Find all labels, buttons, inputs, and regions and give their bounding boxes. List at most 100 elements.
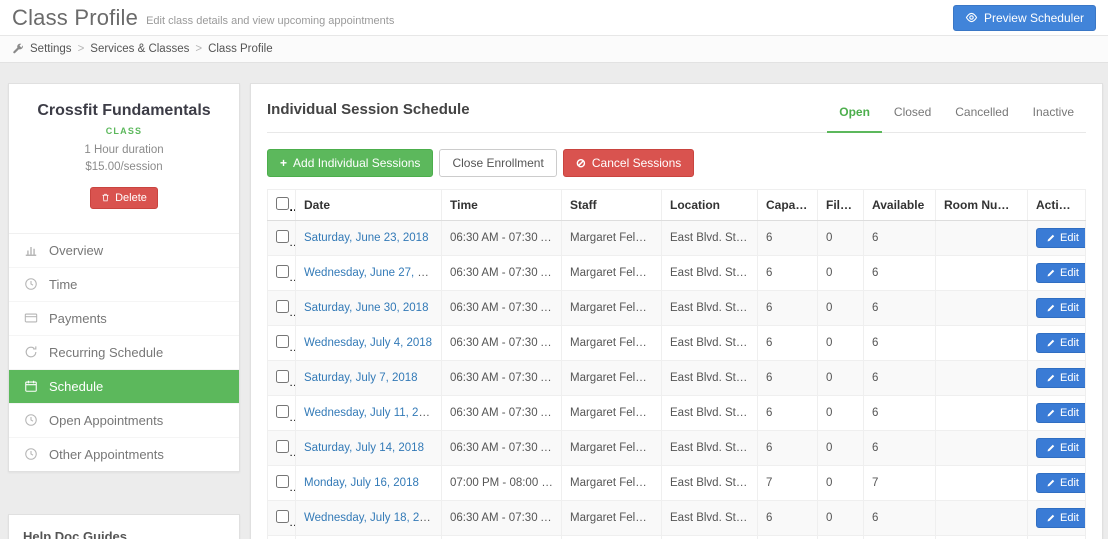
page-title: Class Profile xyxy=(12,4,139,30)
table-row: Monday, July 16, 2018 07:00 PM - 08:00 P… xyxy=(267,465,1086,501)
session-staff: Margaret Feldman xyxy=(561,430,662,466)
session-room-number xyxy=(935,325,1028,361)
wrench-icon xyxy=(12,43,24,55)
session-available: 6 xyxy=(863,290,936,326)
session-time: 06:30 AM - 07:30 AM xyxy=(441,500,562,536)
col-filled: Filled xyxy=(817,189,864,221)
session-staff: Margaret Feldman xyxy=(561,290,662,326)
col-actions: Actions xyxy=(1027,189,1086,221)
session-room-number xyxy=(935,360,1028,396)
edit-button[interactable]: Edit xyxy=(1036,263,1085,283)
sidebar-item-open-appointments[interactable]: Open Appointments xyxy=(9,404,239,438)
class-name: Crossfit Fundamentals xyxy=(37,102,211,119)
breadcrumb: Settings > Services & Classes > Class Pr… xyxy=(0,36,1108,63)
session-location: East Blvd. Studio xyxy=(661,360,758,396)
session-date-link[interactable]: Wednesday, July 11, 2018 xyxy=(304,407,438,419)
breadcrumb-class-profile: Class Profile xyxy=(208,43,273,55)
row-checkbox[interactable] xyxy=(276,370,289,383)
sidebar-item-schedule[interactable]: Schedule xyxy=(9,369,239,404)
panel-title: Individual Session Schedule xyxy=(267,101,470,118)
edit-button[interactable]: Edit xyxy=(1036,298,1085,318)
row-checkbox[interactable] xyxy=(276,335,289,348)
calendar-icon xyxy=(23,379,39,393)
select-all-checkbox[interactable] xyxy=(276,197,289,210)
eye-icon xyxy=(965,12,978,23)
session-time: 06:30 AM - 07:30 AM xyxy=(441,360,562,396)
preview-scheduler-button[interactable]: Preview Scheduler xyxy=(952,4,1096,31)
row-checkbox[interactable] xyxy=(276,510,289,523)
row-checkbox[interactable] xyxy=(276,300,289,313)
session-date-link[interactable]: Wednesday, June 27, 2018 xyxy=(304,267,441,279)
session-date-link[interactable]: Saturday, June 23, 2018 xyxy=(304,232,428,244)
tab-cancelled[interactable]: Cancelled xyxy=(943,99,1020,132)
session-date-link[interactable]: Wednesday, July 4, 2018 xyxy=(304,337,432,349)
breadcrumb-settings[interactable]: Settings xyxy=(30,43,72,55)
session-date-link[interactable]: Monday, July 16, 2018 xyxy=(304,477,419,489)
session-available: 6 xyxy=(863,395,936,431)
tab-open[interactable]: Open xyxy=(827,99,882,133)
clock-icon xyxy=(23,447,39,461)
row-checkbox[interactable] xyxy=(276,230,289,243)
breadcrumb-services-classes[interactable]: Services & Classes xyxy=(90,43,189,55)
close-enrollment-button[interactable]: Close Enrollment xyxy=(439,149,557,177)
table-row: Saturday, July 14, 2018 06:30 AM - 07:30… xyxy=(267,430,1086,466)
table-row: Wednesday, July 18, 2018 06:30 AM - 07:3… xyxy=(267,500,1086,536)
pencil-icon xyxy=(1046,479,1055,488)
row-checkbox[interactable] xyxy=(276,405,289,418)
session-available: 6 xyxy=(863,220,936,256)
edit-button[interactable]: Edit xyxy=(1036,228,1085,248)
session-capacity: 6 xyxy=(757,535,818,539)
edit-button[interactable]: Edit xyxy=(1036,473,1085,493)
edit-button[interactable]: Edit xyxy=(1036,368,1085,388)
edit-button[interactable]: Edit xyxy=(1036,403,1085,423)
session-filled: 0 xyxy=(817,220,864,256)
edit-button[interactable]: Edit xyxy=(1036,333,1085,353)
table-row: Saturday, June 30, 2018 06:30 AM - 07:30… xyxy=(267,290,1086,326)
breadcrumb-separator: > xyxy=(195,43,203,55)
table-row: Saturday, July 7, 2018 06:30 AM - 07:30 … xyxy=(267,360,1086,396)
add-individual-sessions-button[interactable]: + Add Individual Sessions xyxy=(267,149,434,177)
row-checkbox[interactable] xyxy=(276,475,289,488)
sidebar-item-time[interactable]: Time xyxy=(9,268,239,302)
session-room-number xyxy=(935,290,1028,326)
tab-inactive[interactable]: Inactive xyxy=(1021,99,1086,132)
session-available: 6 xyxy=(863,325,936,361)
sidebar-item-overview[interactable]: Overview xyxy=(9,234,239,268)
breadcrumb-separator: > xyxy=(77,43,85,55)
help-doc-card: Help Doc Guides Have questions about cla… xyxy=(8,513,240,539)
edit-button[interactable]: Edit xyxy=(1036,438,1085,458)
session-staff: Margaret Feldman xyxy=(561,465,662,501)
status-tabs: Open Closed Cancelled Inactive xyxy=(827,99,1086,133)
sessions-table: Date Time Staff Location Capacity Filled… xyxy=(267,189,1086,539)
tab-closed[interactable]: Closed xyxy=(882,99,943,132)
session-date-link[interactable]: Wednesday, July 18, 2018 xyxy=(304,512,438,524)
delete-button[interactable]: Delete xyxy=(90,186,158,209)
pencil-icon xyxy=(1046,409,1055,418)
session-toolbar: + Add Individual Sessions Close Enrollme… xyxy=(267,149,1086,177)
session-staff: Margaret Feldman xyxy=(561,535,662,539)
session-staff: Margaret Feldman xyxy=(561,500,662,536)
edit-button[interactable]: Edit xyxy=(1036,508,1085,528)
col-staff: Staff xyxy=(561,189,662,221)
row-checkbox[interactable] xyxy=(276,440,289,453)
col-time: Time xyxy=(441,189,562,221)
session-capacity: 6 xyxy=(757,395,818,431)
session-filled: 0 xyxy=(817,500,864,536)
session-date-link[interactable]: Saturday, July 7, 2018 xyxy=(304,372,418,384)
row-checkbox[interactable] xyxy=(276,265,289,278)
session-date-link[interactable]: Saturday, June 30, 2018 xyxy=(304,302,428,314)
session-time: 07:00 PM - 08:00 PM xyxy=(441,465,562,501)
session-room-number xyxy=(935,430,1028,466)
sidebar-item-payments[interactable]: Payments xyxy=(9,302,239,336)
session-capacity: 6 xyxy=(757,430,818,466)
pencil-icon xyxy=(1046,304,1055,313)
table-row: Wednesday, July 4, 2018 06:30 AM - 07:30… xyxy=(267,325,1086,361)
cancel-sessions-button[interactable]: ⊘ Cancel Sessions xyxy=(562,149,695,177)
sidebar: Crossfit Fundamentals CLASS 1 Hour durat… xyxy=(8,83,240,539)
sidebar-item-other-appointments[interactable]: Other Appointments xyxy=(9,438,239,471)
bar-chart-icon xyxy=(23,243,39,257)
sidebar-item-recurring-schedule[interactable]: Recurring Schedule xyxy=(9,336,239,370)
session-room-number xyxy=(935,220,1028,256)
pencil-icon xyxy=(1046,514,1055,523)
session-date-link[interactable]: Saturday, July 14, 2018 xyxy=(304,442,424,454)
